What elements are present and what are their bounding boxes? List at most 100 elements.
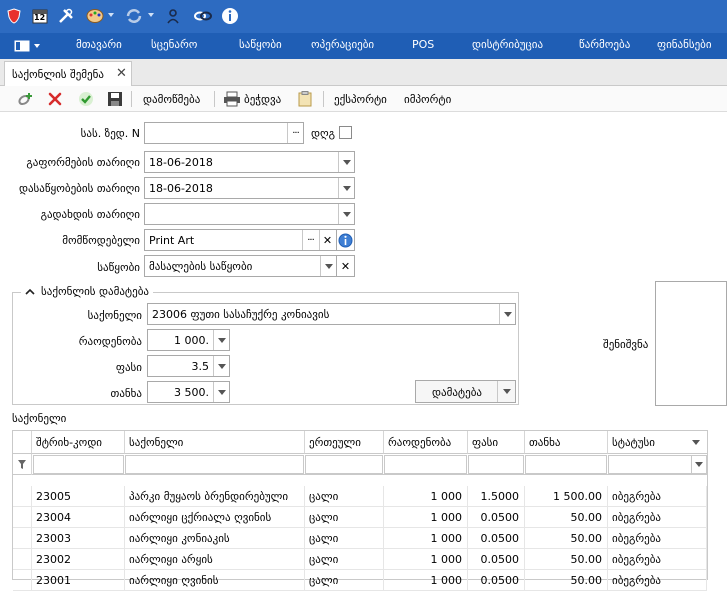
cell-name[interactable]: იარლიყი კონიაკის: [125, 528, 305, 549]
sum-dropdown-button[interactable]: [213, 382, 229, 402]
cell-status[interactable]: იბეგრება: [608, 549, 707, 570]
filter-barcode[interactable]: [33, 455, 124, 474]
column-header-sum[interactable]: თანხა: [525, 431, 608, 454]
cell-qty[interactable]: 1 000: [384, 549, 468, 570]
cell-status[interactable]: იბეგრება: [608, 570, 707, 591]
column-header-unit[interactable]: ერთეული: [305, 431, 384, 454]
column-header-price[interactable]: ფასი: [468, 431, 525, 454]
cell-qty[interactable]: 1 000: [384, 486, 468, 507]
cell-price[interactable]: 0.0500: [468, 507, 525, 528]
filter-status-dropdown[interactable]: [691, 456, 706, 473]
confirm-button[interactable]: [78, 90, 94, 108]
quantity-field[interactable]: 1 000.: [147, 329, 230, 351]
date-dropdown-button[interactable]: [338, 152, 354, 172]
clipboard-button[interactable]: [298, 90, 312, 108]
cell-status[interactable]: იბეგრება: [608, 486, 707, 507]
cell-code[interactable]: 23002: [32, 549, 125, 570]
sum-field[interactable]: 3 500.: [147, 381, 230, 403]
palette-dropdown-caret[interactable]: [108, 13, 114, 17]
menu-operations[interactable]: ოპერაციები: [311, 38, 374, 51]
menu-finance[interactable]: ფინანსები: [657, 38, 712, 51]
invoice-number-field[interactable]: ···: [144, 122, 304, 144]
import-button[interactable]: იმპორტი: [404, 90, 451, 108]
date-dropdown-button[interactable]: [338, 204, 354, 224]
refresh-dropdown-caret[interactable]: [148, 13, 154, 17]
warehouse-dropdown-button[interactable]: [320, 256, 336, 276]
add-goods-group-header[interactable]: საქონლის დამატება: [21, 285, 153, 298]
cell-unit[interactable]: ცალი: [305, 528, 384, 549]
column-header-barcode[interactable]: შტრიხ-კოდი: [32, 431, 125, 454]
table-row[interactable]: 23003 იარლიყი კონიაკის ცალი 1 000 0.0500 50.0…: [13, 528, 707, 549]
table-row[interactable]: 23005 პარკი მუყაოს ბრენდირებული ცალი 1 000 1…: [13, 486, 707, 507]
save-button[interactable]: [107, 90, 123, 108]
filter-quantity[interactable]: [384, 455, 467, 474]
clear-button[interactable]: ✕: [319, 230, 335, 250]
add-goods-button[interactable]: დამატება: [415, 380, 516, 403]
row-selector[interactable]: [13, 549, 32, 570]
palette-icon[interactable]: [86, 7, 104, 25]
menu-production[interactable]: წარმოება: [579, 38, 630, 51]
cell-unit[interactable]: ცალი: [305, 486, 384, 507]
menu-home[interactable]: მთავარი: [76, 38, 122, 51]
cell-code[interactable]: 23004: [32, 507, 125, 528]
cell-sum[interactable]: 50.00: [525, 507, 608, 528]
filter-product[interactable]: [125, 455, 304, 474]
cell-unit[interactable]: ცალი: [305, 570, 384, 591]
link-icon[interactable]: [194, 7, 212, 25]
cell-qty[interactable]: 1 000: [384, 528, 468, 549]
column-header-product[interactable]: საქონელი: [125, 431, 305, 454]
tools-icon[interactable]: [57, 7, 75, 25]
issue-date-field[interactable]: 18-06-2018: [144, 151, 355, 173]
cell-status[interactable]: იბეგრება: [608, 507, 707, 528]
cell-price[interactable]: 0.0500: [468, 528, 525, 549]
ellipsis-button[interactable]: ···: [302, 230, 318, 250]
shield-icon[interactable]: [5, 7, 23, 25]
cell-qty[interactable]: 1 000: [384, 570, 468, 591]
add-goods-dropdown[interactable]: [497, 381, 515, 402]
cell-code[interactable]: 23005: [32, 486, 125, 507]
menu-pos[interactable]: POS: [412, 38, 434, 51]
calendar-icon[interactable]: 12: [31, 7, 49, 25]
cell-price[interactable]: 0.0500: [468, 570, 525, 591]
info-icon[interactable]: [221, 7, 239, 25]
cell-name[interactable]: იარლიყი ცქრიალა ღვინის: [125, 507, 305, 528]
column-header-quantity[interactable]: რაოდენობა: [384, 431, 468, 454]
row-selector[interactable]: [13, 507, 32, 528]
cell-price[interactable]: 1.5000: [468, 486, 525, 507]
app-menu-button[interactable]: [14, 38, 44, 54]
person-icon[interactable]: [164, 7, 182, 25]
cell-unit[interactable]: ცალი: [305, 549, 384, 570]
menu-scenario[interactable]: სცენარო: [151, 38, 197, 51]
cell-name[interactable]: იარლიყი არყის: [125, 549, 305, 570]
filter-price[interactable]: [468, 455, 524, 474]
cell-name[interactable]: პარკი მუყაოს ბრენდირებული: [125, 486, 305, 507]
column-header-status[interactable]: სტატუსი: [608, 431, 707, 454]
cell-code[interactable]: 23001: [32, 570, 125, 591]
warehouse-field[interactable]: მასალების საწყობი: [144, 255, 337, 277]
warehouse-clear-button[interactable]: ✕: [336, 255, 355, 277]
product-field[interactable]: 23006 ფუთი სასაჩუქრე კონიავის: [147, 303, 516, 325]
refresh-icon[interactable]: [125, 7, 143, 25]
supplier-field[interactable]: Print Art ··· ✕: [144, 229, 337, 251]
row-selector[interactable]: [13, 486, 32, 507]
filter-sum[interactable]: [525, 455, 607, 474]
menu-distribution[interactable]: დისტრიბუცია: [472, 38, 543, 51]
menu-warehouse[interactable]: საწყობი: [239, 38, 282, 51]
cell-status[interactable]: იბეგრება: [608, 528, 707, 549]
tab-goods-receipt[interactable]: საქონლის შემენა ✕: [4, 61, 132, 86]
add-attachment-button[interactable]: [17, 90, 35, 108]
filter-unit[interactable]: [305, 455, 383, 474]
date-dropdown-button[interactable]: [338, 178, 354, 198]
notes-textarea[interactable]: [655, 281, 727, 406]
approve-button[interactable]: დამოწმება: [143, 90, 200, 108]
table-row[interactable]: 23002 იარლიყი არყის ცალი 1 000 0.0500 50.00 იბ…: [13, 549, 707, 570]
price-dropdown-button[interactable]: [213, 356, 229, 376]
product-dropdown-button[interactable]: [499, 304, 515, 324]
payment-date-field[interactable]: [144, 203, 355, 225]
vat-checkbox[interactable]: [339, 126, 352, 139]
cell-sum[interactable]: 50.00: [525, 549, 608, 570]
supplier-info-button[interactable]: [336, 229, 355, 251]
ellipsis-button[interactable]: ···: [287, 123, 303, 143]
table-row[interactable]: 23004 იარლიყი ცქრიალა ღვინის ცალი 1 000 0.05…: [13, 507, 707, 528]
cell-sum[interactable]: 50.00: [525, 528, 608, 549]
